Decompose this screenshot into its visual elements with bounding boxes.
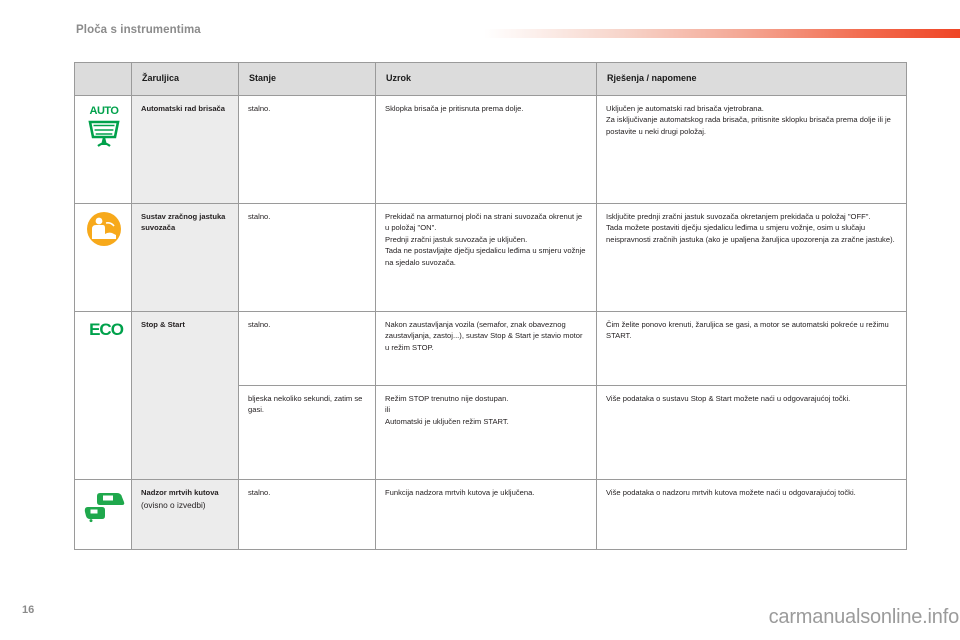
column-header-icon xyxy=(74,62,132,96)
eco-stop-start-icon: ECO xyxy=(84,319,128,339)
table-header: Žaruljica Stanje Uzrok Rješenja / napome… xyxy=(74,62,907,96)
blind-spot-monitor-icon xyxy=(84,487,128,523)
watermark: carmanualsonline.info xyxy=(768,606,960,628)
table-row: Nadzor mrtvih kutova (ovisno o izvedbi) … xyxy=(74,478,907,550)
solution-cell: Više podataka o sustavu Stop & Start mož… xyxy=(596,384,907,480)
lamp-name: Sustav zračnog jastuka suvozača xyxy=(141,211,226,233)
column-header-zaruljica: Žaruljica xyxy=(131,62,239,96)
lamp-name: Stop & Start xyxy=(141,319,185,329)
cause-cell: Režim STOP trenutno nije dostupan. ili A… xyxy=(375,384,597,480)
lamp-name-cell: Nadzor mrtvih kutova (ovisno o izvedbi) xyxy=(131,478,239,550)
state-cell: bljeska nekoliko sekundi, zatim se gasi. xyxy=(238,384,376,480)
table-header-row: Žaruljica Stanje Uzrok Rješenja / napome… xyxy=(74,62,907,96)
solution-cell: Više podataka o nadzoru mrtvih kutova mo… xyxy=(596,478,907,550)
table-row: ECO Stop & Start stalno. Nakon zaustavlj… xyxy=(74,310,907,480)
warning-lamp-table: Žaruljica Stanje Uzrok Rješenja / napome… xyxy=(74,62,907,550)
column-header-stanje: Stanje xyxy=(238,62,376,96)
solution-cell: Uključen je automatski rad brisača vjetr… xyxy=(596,94,907,204)
solution-cell: Isključite prednji zračni jastuk suvozač… xyxy=(596,202,907,312)
table-row: AUTO Automatski rad brisača stalno. Sklo… xyxy=(74,94,907,204)
cause-cell: Sklopka brisača je pritisnuta prema dolj… xyxy=(375,94,597,204)
column-header-uzrok: Uzrok xyxy=(375,62,597,96)
manual-page: Ploča s instrumentima Žaruljica Stanje U… xyxy=(0,0,960,640)
warning-lamp-table-wrapper: Žaruljica Stanje Uzrok Rješenja / napome… xyxy=(74,62,907,550)
table-body: AUTO Automatski rad brisača stalno. Sklo… xyxy=(74,94,907,550)
state-cell: stalno. xyxy=(238,202,376,312)
state-cell: stalno. xyxy=(238,478,376,550)
cause-cell: Funkcija nadzora mrtvih kutova je uključ… xyxy=(375,478,597,550)
header-accent-bar xyxy=(484,29,960,38)
lamp-name-variant: (ovisno o izvedbi) xyxy=(141,500,206,511)
svg-text:ECO: ECO xyxy=(89,320,124,339)
lamp-name-cell: Sustav zračnog jastuka suvozača xyxy=(131,202,239,312)
page-number: 16 xyxy=(22,604,35,616)
passenger-airbag-icon xyxy=(86,211,122,247)
icon-cell xyxy=(74,478,132,550)
lamp-name: Automatski rad brisača xyxy=(141,103,225,113)
lamp-name: Nadzor mrtvih kutova xyxy=(141,487,219,497)
auto-wiper-icon: AUTO xyxy=(84,103,124,147)
lamp-name-cell: Automatski rad brisača xyxy=(131,94,239,204)
icon-cell xyxy=(74,202,132,312)
state-cell: stalno. xyxy=(238,310,376,386)
cause-cell: Prekidač na armaturnoj ploči na strani s… xyxy=(375,202,597,312)
lamp-name-cell: Stop & Start xyxy=(131,310,239,480)
state-cell: stalno. xyxy=(238,94,376,204)
icon-cell: AUTO xyxy=(74,94,132,204)
cause-cell: Nakon zaustavljanja vozila (semafor, zna… xyxy=(375,310,597,386)
table-row: Sustav zračnog jastuka suvozača stalno. … xyxy=(74,202,907,312)
column-header-rjesenja: Rješenja / napomene xyxy=(596,62,907,96)
page-title: Ploča s instrumentima xyxy=(76,24,201,36)
solution-cell: Čim želite ponovo krenuti, žaruljica se … xyxy=(596,310,907,386)
icon-cell: ECO xyxy=(74,310,132,480)
svg-text:AUTO: AUTO xyxy=(90,105,120,117)
